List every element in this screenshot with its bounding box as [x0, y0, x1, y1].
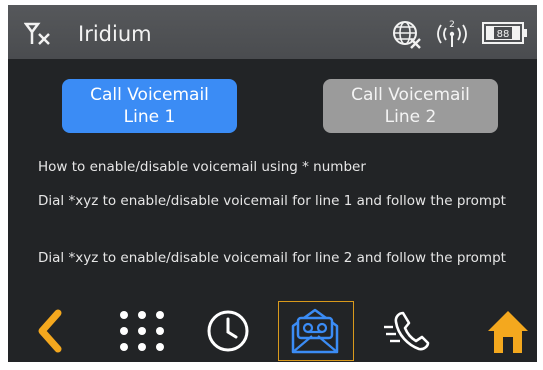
line-2-instruction: Dial *xyz to enable/disable voicemail fo… — [38, 250, 506, 266]
battery-icon: 88 — [482, 22, 527, 44]
battery-level: 88 — [497, 29, 510, 40]
back-button[interactable] — [32, 303, 66, 359]
no-signal-icon — [24, 22, 50, 45]
voicemail-tab[interactable] — [278, 301, 354, 361]
back-icon — [38, 309, 62, 353]
home-button[interactable] — [486, 303, 530, 359]
radio-level: 2 — [449, 20, 455, 30]
button-label-bottom: Line 2 — [384, 107, 437, 127]
button-label-bottom: Line 1 — [123, 107, 176, 127]
recent-calls-button[interactable] — [203, 303, 253, 359]
voicemail-icon — [291, 308, 339, 354]
info-heading: How to enable/disable voicemail using * … — [38, 159, 366, 175]
button-label-top: Call Voicemail — [90, 85, 209, 105]
call-voicemail-line-2-button[interactable]: Call Voicemail Line 2 — [323, 79, 498, 133]
globe-icon — [393, 21, 421, 49]
call-log-button[interactable] — [381, 303, 435, 359]
keypad-icon — [120, 311, 164, 351]
phone-screen: Iridium 2 88 Call Voicemail Line 1 Call … — [8, 5, 537, 362]
antenna-wave-icon: 2 — [437, 20, 467, 47]
button-label-top: Call Voicemail — [351, 85, 470, 105]
line-1-instruction: Dial *xyz to enable/disable voicemail fo… — [38, 193, 506, 209]
clock-icon — [207, 310, 249, 352]
keypad-button[interactable] — [116, 303, 168, 359]
status-bar: Iridium 2 88 — [8, 5, 537, 59]
call-log-icon — [384, 311, 430, 351]
home-icon — [488, 311, 528, 353]
carrier-name: Iridium — [78, 22, 152, 46]
call-voicemail-line-1-button[interactable]: Call Voicemail Line 1 — [62, 79, 237, 133]
